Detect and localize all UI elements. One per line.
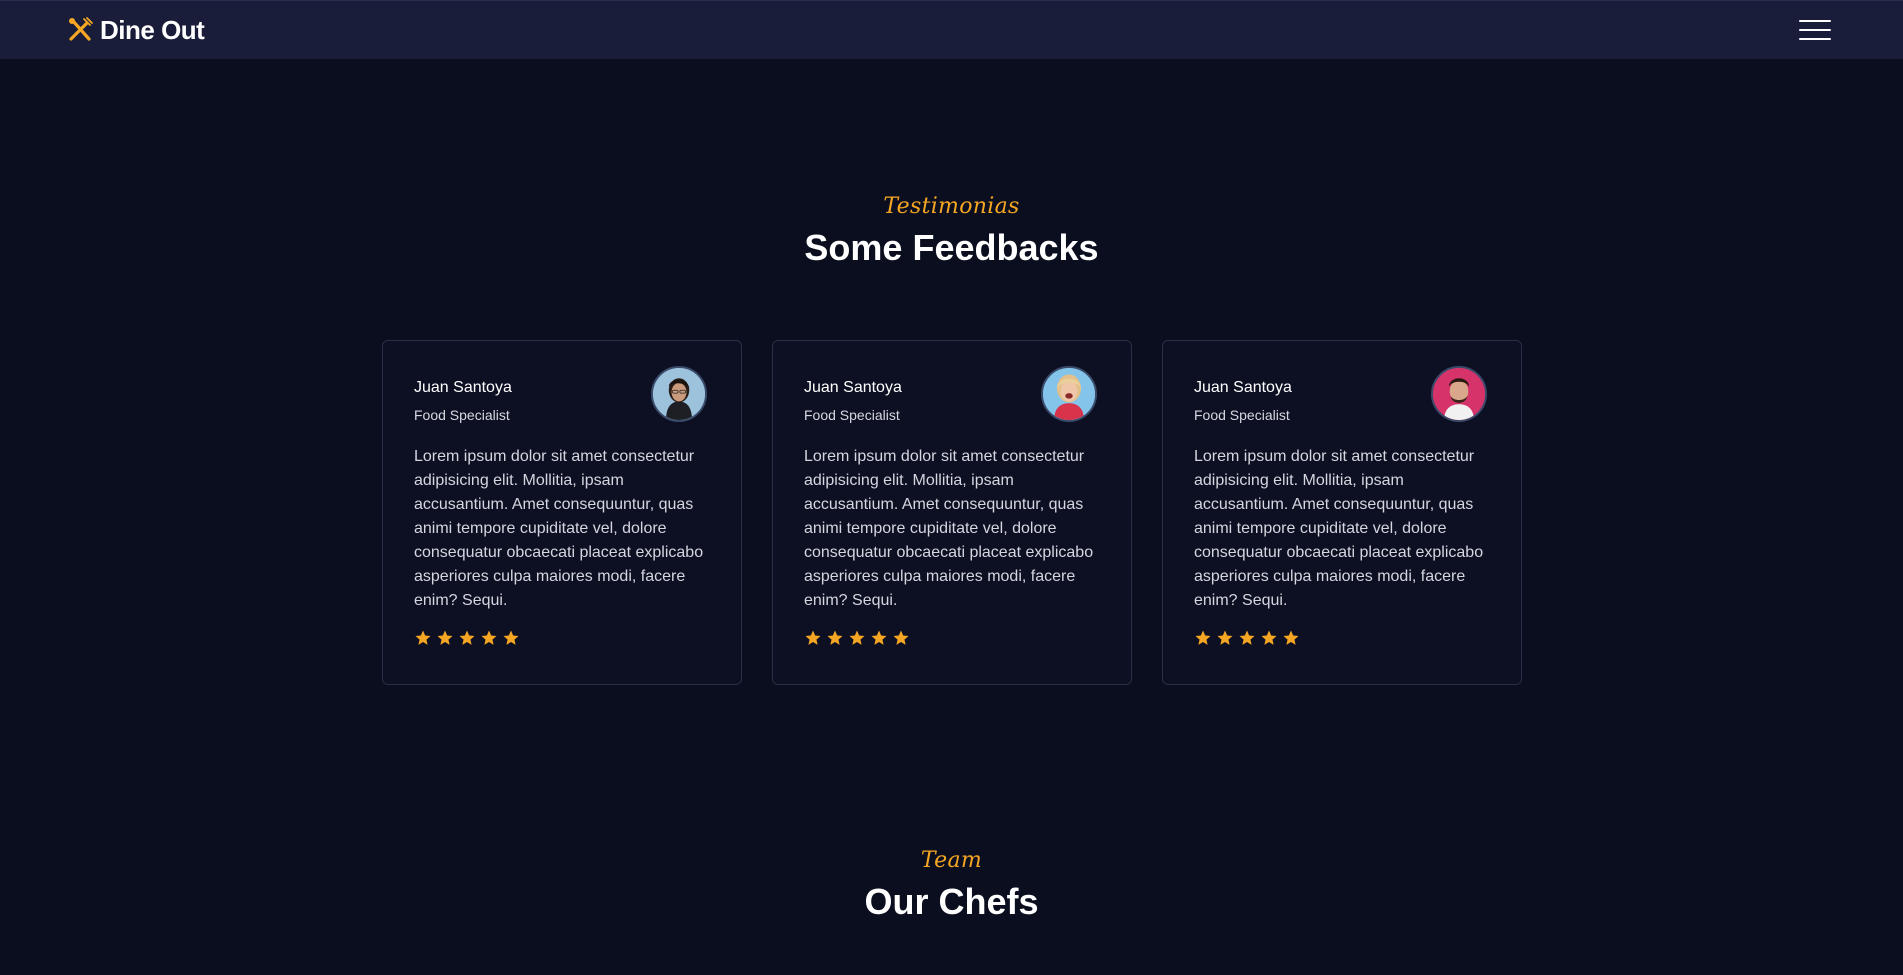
brand-name: Dine Out xyxy=(100,14,205,45)
star-icon xyxy=(502,629,520,647)
testimonial-quote: Lorem ipsum dolor sit amet consectetur a… xyxy=(1194,448,1484,609)
brand-logo-link[interactable]: Dine Out xyxy=(66,14,205,46)
testimonial-card: Juan Santoya Food Specialist Lorem ipsum… xyxy=(772,340,1132,685)
testimonial-card: Juan Santoya Food Specialist Lorem ipsum… xyxy=(1162,340,1522,685)
testimonials-header: Testimonias Some Feedbacks xyxy=(0,194,1903,269)
star-icon xyxy=(870,629,888,647)
rating-stars xyxy=(1194,629,1491,647)
testimonials-title: Some Feedbacks xyxy=(804,227,1099,268)
star-icon xyxy=(892,629,910,647)
avatar xyxy=(1431,366,1487,422)
fork-knife-icon xyxy=(66,16,94,44)
navbar: Dine Out xyxy=(0,0,1903,59)
star-icon xyxy=(1260,629,1278,647)
reviewer-role: Food Specialist xyxy=(1194,407,1290,423)
avatar xyxy=(1041,366,1097,422)
star-icon xyxy=(826,629,844,647)
testimonial-quote: Lorem ipsum dolor sit amet consectetur a… xyxy=(804,448,1094,609)
star-icon xyxy=(1282,629,1300,647)
rating-stars xyxy=(414,629,711,647)
team-eyebrow: Team xyxy=(920,848,983,873)
hamburger-menu-icon[interactable] xyxy=(1799,19,1831,41)
testimonial-cards: Juan Santoya Food Specialist Lorem ipsum… xyxy=(382,340,1522,685)
avatar xyxy=(651,366,707,422)
star-icon xyxy=(1194,629,1212,647)
star-icon xyxy=(848,629,866,647)
reviewer-role: Food Specialist xyxy=(804,407,900,423)
testimonial-card: Juan Santoya Food Specialist Lorem ipsum… xyxy=(382,340,742,685)
reviewer-role: Food Specialist xyxy=(414,407,510,423)
star-icon xyxy=(458,629,476,647)
testimonials-eyebrow: Testimonias xyxy=(883,194,1020,219)
rating-stars xyxy=(804,629,1101,647)
reviewer-name: Juan Santoya xyxy=(414,379,512,396)
star-icon xyxy=(480,629,498,647)
reviewer-name: Juan Santoya xyxy=(804,379,902,396)
star-icon xyxy=(1238,629,1256,647)
star-icon xyxy=(804,629,822,647)
testimonial-quote: Lorem ipsum dolor sit amet consectetur a… xyxy=(414,448,704,609)
team-header: Team Our Chefs xyxy=(0,848,1903,923)
star-icon xyxy=(414,629,432,647)
star-icon xyxy=(1216,629,1234,647)
reviewer-name: Juan Santoya xyxy=(1194,379,1292,396)
star-icon xyxy=(436,629,454,647)
team-title: Our Chefs xyxy=(864,881,1039,922)
